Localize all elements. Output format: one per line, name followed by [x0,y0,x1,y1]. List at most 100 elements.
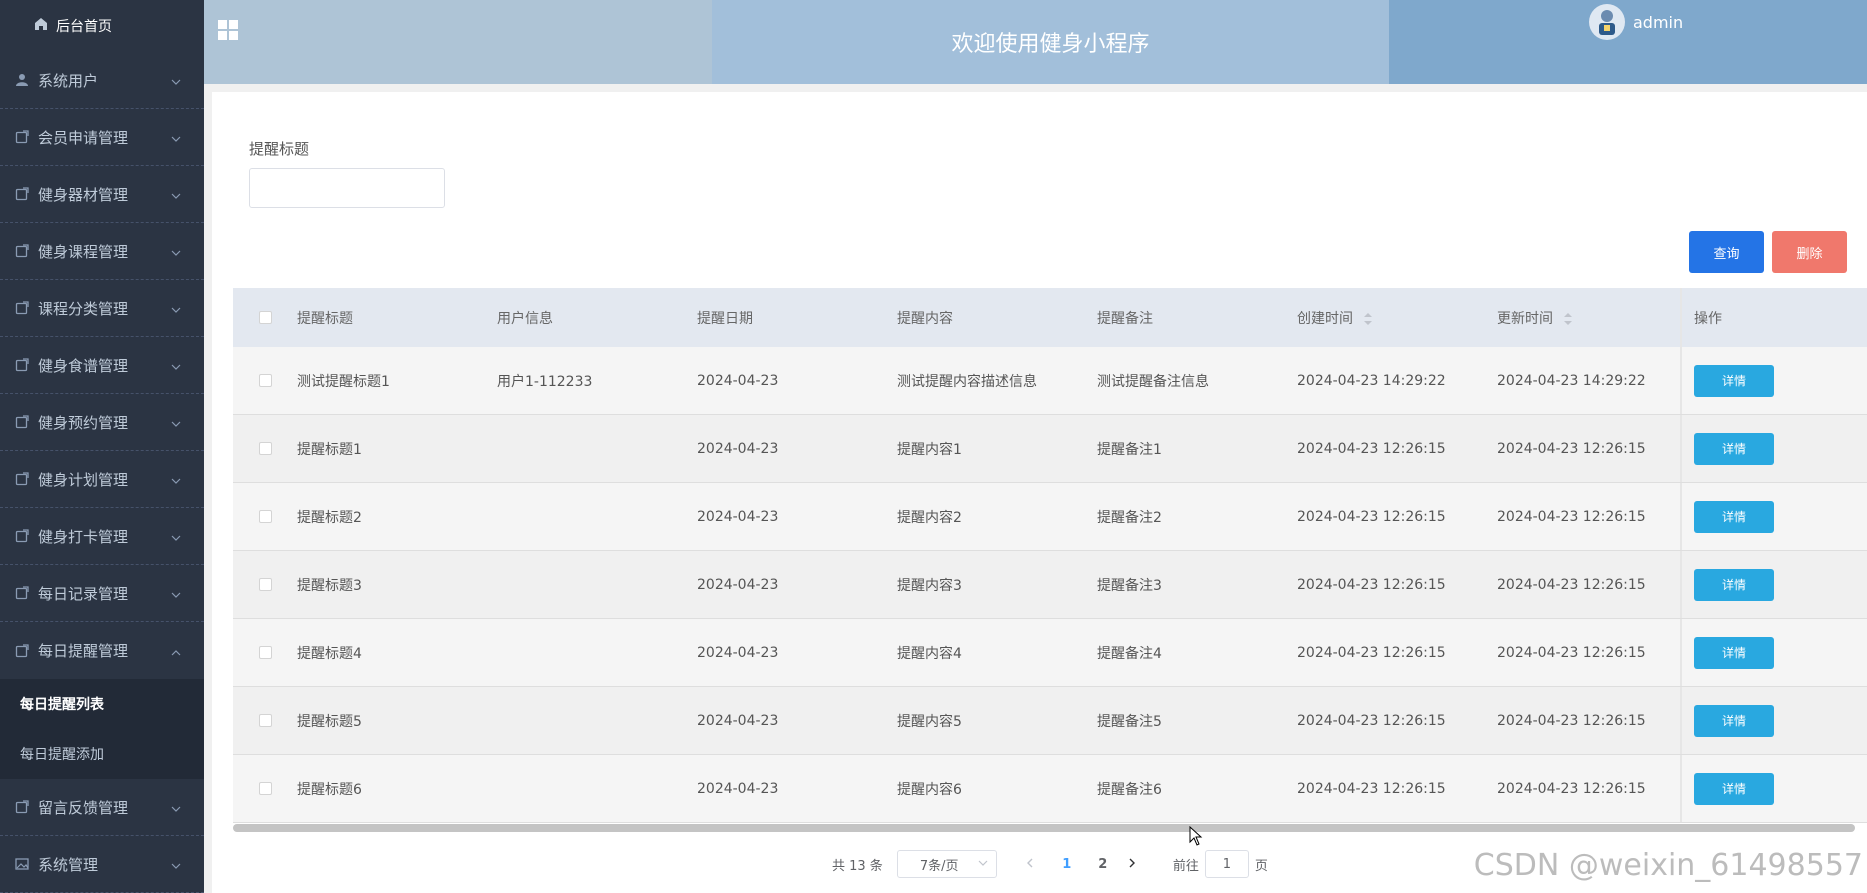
doc-icon [14,129,30,145]
column-header-sortable[interactable]: 创建时间 [1297,308,1497,328]
column-header-sortable[interactable]: 更新时间 [1497,308,1680,328]
sidebar-item[interactable]: 系统管理 [0,836,204,893]
table-cell: 2024-04-23 12:26:15 [1297,508,1446,525]
sidebar-item[interactable]: 每日提醒管理 [0,622,204,679]
doc-icon [14,799,30,815]
sidebar-item[interactable]: 健身课程管理 [0,223,204,280]
chevron-down-icon [170,587,182,599]
page-number-1[interactable]: 1 [1055,857,1079,872]
menu-toggle-icon[interactable] [218,20,238,44]
sidebar-item-label: 健身食谱管理 [38,356,129,375]
row-checkbox[interactable] [258,578,272,591]
row-checkbox[interactable] [258,442,272,455]
table-cell: 2024-04-23 12:26:15 [1497,576,1646,593]
table-cell: 提醒备注5 [1097,713,1162,730]
goto-page-input[interactable]: 1 [1204,850,1249,878]
image-icon [14,856,30,872]
detail-button[interactable]: 详情 [1694,636,1774,669]
page-number-2[interactable]: 2 [1091,857,1115,872]
select-all-checkbox[interactable] [258,311,272,324]
sidebar-item[interactable]: 健身计划管理 [0,451,204,508]
sidebar-item-label: 健身器材管理 [38,185,129,204]
detail-button[interactable]: 详情 [1694,568,1774,601]
sidebar-item[interactable]: 健身器材管理 [0,166,204,223]
sidebar-item[interactable]: 健身预约管理 [0,394,204,451]
chevron-down-icon [170,359,182,371]
table-cell: 提醒内容6 [897,781,962,798]
sidebar-item-label: 课程分类管理 [38,299,129,318]
table-cell: 2024-04-23 [697,712,779,729]
table-cell: 2024-04-23 12:26:15 [1497,780,1646,797]
home-icon [34,17,48,35]
column-header: 提醒备注 [1097,310,1153,327]
horizontal-scrollbar[interactable] [233,824,1855,832]
mouse-cursor-icon [1189,825,1203,850]
chevron-down-icon [978,857,988,872]
table-cell: 提醒备注2 [1097,509,1162,526]
sidebar-item[interactable]: 健身打卡管理 [0,508,204,565]
sidebar-item-label: 留言反馈管理 [38,798,129,817]
pagination-total: 共 13 条 [832,858,883,874]
table-cell: 2024-04-23 12:26:15 [1497,712,1646,729]
sidebar-item-label: 系统用户 [38,71,99,90]
row-checkbox[interactable] [258,646,272,659]
detail-button[interactable]: 详情 [1694,704,1774,737]
watermark: CSDN @weixin_61498557 [1473,848,1863,883]
row-checkbox[interactable] [258,510,272,523]
username: admin [1633,12,1684,32]
detail-button[interactable]: 详情 [1694,772,1774,805]
table-row: 提醒标题2 2024-04-23 提醒内容2 提醒备注2 2024-04-23 12:2… [233,483,1867,551]
table-cell: 提醒备注1 [1097,441,1162,458]
row-checkbox[interactable] [258,782,272,795]
sidebar-item[interactable]: 会员申请管理 [0,109,204,166]
pagination: 共 13 条 7条/页 1 2 前往 1 页 [832,850,1268,878]
user-menu[interactable]: admin [1589,4,1683,40]
detail-button[interactable]: 详情 [1694,364,1774,397]
top-header: 欢迎使用健身小程序 admin [204,0,1867,84]
sidebar-item-label: 健身课程管理 [38,242,129,261]
table-cell: 2024-04-23 [697,440,779,457]
doc-icon [14,357,30,373]
sidebar-subitem[interactable]: 每日提醒添加 [0,729,204,779]
table-cell: 2024-04-23 12:26:15 [1497,644,1646,661]
row-checkbox[interactable] [258,374,272,387]
table-cell: 测试提醒备注信息 [1097,373,1209,390]
detail-button[interactable]: 详情 [1694,432,1774,465]
table-cell: 2024-04-23 12:26:15 [1497,508,1646,525]
row-checkbox[interactable] [258,714,272,727]
sidebar-home-link[interactable]: 后台首页 [0,0,204,52]
sidebar-item[interactable]: 系统用户 [0,52,204,109]
page-size-select[interactable]: 7条/页 [896,850,997,878]
table-cell: 提醒内容3 [897,577,962,594]
next-page-button[interactable] [1127,857,1145,872]
table-cell: 提醒内容5 [897,713,962,730]
table-cell: 2024-04-23 [697,508,779,525]
table-cell: 提醒内容2 [897,509,962,526]
table-cell: 提醒内容4 [897,645,962,662]
sidebar-subitem[interactable]: 每日提醒列表 [0,679,204,729]
table-cell: 提醒标题1 [297,441,362,458]
delete-button[interactable]: 删除 [1772,231,1847,273]
detail-button[interactable]: 详情 [1694,500,1774,533]
sidebar-item[interactable]: 课程分类管理 [0,280,204,337]
data-table: 提醒标题 用户信息 提醒日期 提醒内容 提醒备注 创建时间 更新时间 操作 测试… [233,288,1867,823]
sort-icon[interactable] [1363,312,1373,326]
sidebar-home-label: 后台首页 [56,19,112,35]
sort-icon[interactable] [1563,312,1573,326]
table-cell: 2024-04-23 12:26:15 [1297,576,1446,593]
doc-icon [14,186,30,202]
query-button[interactable]: 查询 [1689,231,1764,273]
prev-page-button[interactable] [1025,857,1043,872]
chevron-up-icon [170,645,182,657]
search-input[interactable] [249,168,445,208]
sidebar-item[interactable]: 留言反馈管理 [0,779,204,836]
table-cell: 2024-04-23 12:26:15 [1297,780,1446,797]
chevron-down-icon [170,858,182,870]
table-cell: 2024-04-23 14:29:22 [1497,372,1646,389]
sidebar-item[interactable]: 每日记录管理 [0,565,204,622]
table-cell: 测试提醒标题1 [297,373,390,390]
table-cell: 提醒备注4 [1097,645,1162,662]
table-cell: 用户1-112233 [497,373,593,390]
sidebar-item[interactable]: 健身食谱管理 [0,337,204,394]
table-cell: 2024-04-23 12:26:15 [1297,712,1446,729]
